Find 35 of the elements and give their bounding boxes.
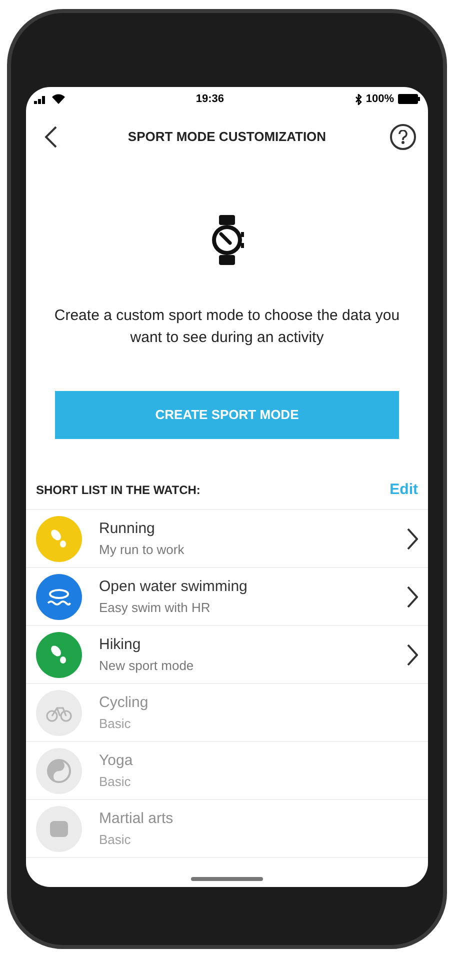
page-title: SPORT MODE CUSTOMIZATION	[128, 128, 326, 146]
sport-name: Cycling	[99, 692, 150, 712]
status-time: 19:36	[196, 92, 224, 107]
intro-text: Create a custom sport mode to choose the data you want to see during an activity	[53, 306, 401, 348]
chevron-right-icon	[407, 528, 418, 550]
signal-icon	[34, 94, 48, 104]
sport-name: Open water swimming	[99, 576, 248, 596]
sport-mode-row[interactable]: Hiking New sport mode	[26, 626, 428, 684]
home-indicator	[191, 877, 263, 881]
sport-subtitle: Easy swim with HR	[99, 599, 212, 617]
help-button[interactable]	[390, 124, 416, 150]
back-chevron-icon	[45, 126, 57, 148]
chevron-right-icon	[407, 644, 418, 666]
wifi-icon	[52, 94, 65, 104]
sport-subtitle: New sport mode	[99, 657, 195, 675]
sport-subtitle: Basic	[99, 773, 132, 791]
bluetooth-icon	[354, 94, 362, 104]
section-heading: SHORT LIST IN THE WATCH:	[36, 482, 200, 499]
sport-name: Running	[99, 518, 156, 538]
battery-percent: 100%	[366, 92, 394, 107]
sport-subtitle: Basic	[99, 831, 132, 849]
question-mark-icon	[398, 130, 408, 144]
chevron-right-icon	[407, 586, 418, 608]
sport-mode-row[interactable]: Open water swimming Easy swim with HR	[26, 568, 428, 626]
sport-name: Yoga	[99, 750, 134, 770]
sport-subtitle: Basic	[99, 715, 132, 733]
sport-mode-row[interactable]: Running My run to work	[26, 510, 428, 568]
battery-icon	[398, 94, 420, 104]
sport-subtitle: My run to work	[99, 541, 186, 559]
sport-name: Martial arts	[99, 808, 174, 828]
watch-icon	[209, 215, 245, 265]
yin-yang-icon	[46, 758, 72, 784]
edit-link[interactable]: Edit	[390, 478, 418, 502]
create-sport-mode-button[interactable]: CREATE SPORT MODE	[55, 391, 399, 439]
sport-name: Hiking	[99, 634, 142, 654]
